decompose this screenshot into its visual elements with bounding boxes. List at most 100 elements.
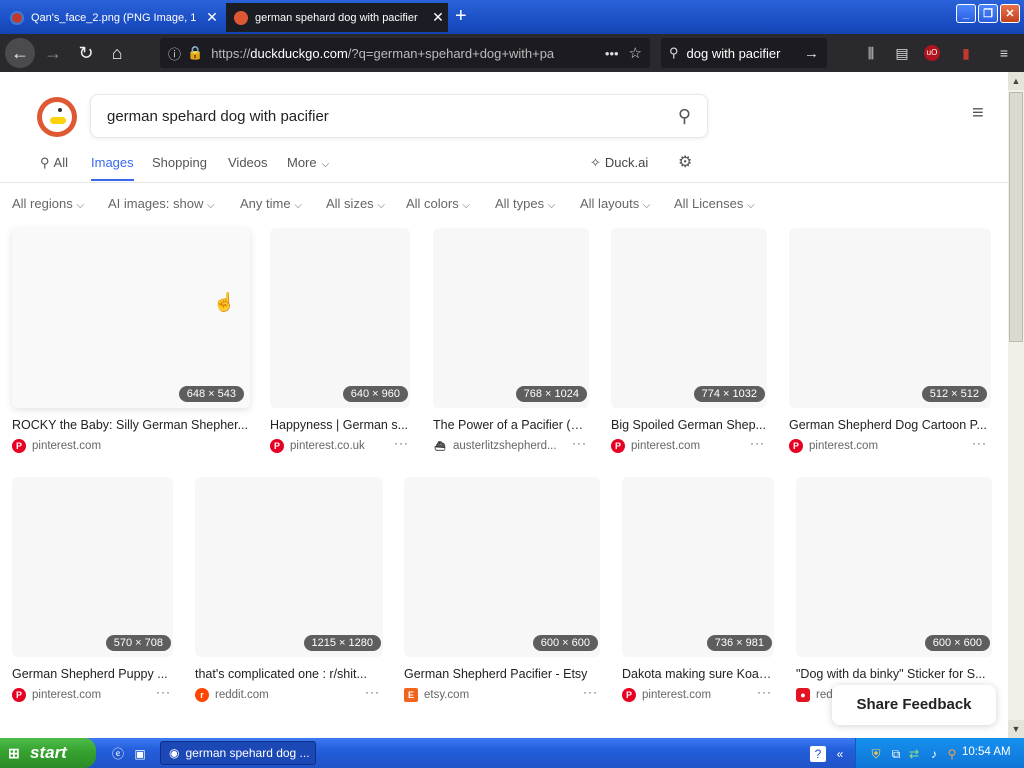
window-close-button[interactable]: ✕ <box>1000 4 1020 23</box>
result-source[interactable]: ● red <box>796 688 833 702</box>
result-thumbnail[interactable] <box>611 228 767 408</box>
result-title[interactable]: Happyness | German s... <box>270 418 410 432</box>
filter-colors[interactable]: All colors ⌵ <box>406 196 470 211</box>
home-button[interactable]: ⌂ <box>102 38 132 68</box>
back-button[interactable]: ← <box>5 38 35 68</box>
minimize-button[interactable]: _ <box>956 4 976 23</box>
duckduckgo-logo[interactable] <box>37 97 77 137</box>
filter-ai-images[interactable]: AI images: show ⌵ <box>108 196 215 211</box>
library-icon[interactable]: ⫼ <box>861 43 881 63</box>
maximize-button[interactable]: ❐ <box>978 4 998 23</box>
tab-videos[interactable]: Videos <box>228 155 268 181</box>
scroll-up-icon[interactable]: ▲ <box>1008 72 1024 90</box>
sidebar-icon[interactable]: ▤ <box>892 43 912 63</box>
extension-icon[interactable]: ▮ <box>956 43 976 63</box>
result-source[interactable]: r reddit.com <box>195 688 269 702</box>
more-options-icon[interactable]: ··· <box>365 685 380 699</box>
tab-all[interactable]: ⚲ All <box>40 155 68 181</box>
tab-inactive[interactable]: Qan's_face_2.png (PNG Image, 1 ✕ <box>2 3 222 32</box>
result-thumbnail[interactable] <box>195 477 383 657</box>
close-icon[interactable]: ✕ <box>202 9 222 26</box>
scroll-down-icon[interactable]: ▼ <box>1008 720 1024 738</box>
help-icon[interactable]: ? <box>810 746 826 762</box>
reload-button[interactable]: ↻ <box>71 38 101 68</box>
search-tray-icon[interactable]: ⚲ <box>944 746 960 762</box>
tab-images[interactable]: Images <box>91 155 134 181</box>
result-source[interactable]: Ppinterest.com <box>12 688 101 702</box>
more-options-icon[interactable]: ··· <box>572 436 587 450</box>
more-options-icon[interactable]: ··· <box>757 685 772 699</box>
result-thumbnail[interactable] <box>404 477 600 657</box>
result-source[interactable]: Ppinterest.co.uk <box>270 439 365 453</box>
tray-expand-icon[interactable]: « <box>832 746 848 762</box>
result-thumbnail[interactable] <box>622 477 774 657</box>
filter-sizes[interactable]: All sizes ⌵ <box>326 196 385 211</box>
browser-search-bar[interactable]: ⚲ dog with pacifier → <box>661 38 827 68</box>
taskbar-window-button[interactable]: ◉ german spehard dog ... <box>160 741 316 765</box>
forward-button[interactable]: → <box>38 38 68 68</box>
menu-icon[interactable]: ≡ <box>994 43 1014 63</box>
result-title[interactable]: The Power of a Pacifier (B... <box>433 418 589 432</box>
search-input[interactable]: german spehard dog with pacifier <box>107 108 678 125</box>
result-thumbnail[interactable] <box>12 228 250 408</box>
result-thumbnail[interactable] <box>789 228 991 408</box>
result-source[interactable]: Ppinterest.com <box>12 439 101 453</box>
tab-active[interactable]: german spehard dog with pacifier ✕ <box>226 3 448 32</box>
extension-ublock-icon[interactable]: uO <box>924 45 940 61</box>
result-title[interactable]: Big Spoiled German Shep... <box>611 418 767 432</box>
filter-types[interactable]: All types ⌵ <box>495 196 555 211</box>
result-source[interactable]: Ppinterest.com <box>611 439 700 453</box>
tab-more[interactable]: More ⌵ <box>287 155 329 181</box>
chevron-down-icon: ⌵ <box>76 200 84 211</box>
search-icon[interactable]: ⚲ <box>678 106 691 127</box>
search-box[interactable]: german spehard dog with pacifier ⚲ <box>90 94 708 138</box>
filter-time[interactable]: Any time ⌵ <box>240 196 302 211</box>
duck-ai-link[interactable]: ✧ Duck.ai <box>590 155 648 181</box>
hamburger-menu-icon[interactable]: ≡ <box>972 102 992 125</box>
bookmark-star-icon[interactable]: ☆ <box>629 44 642 62</box>
more-options-icon[interactable]: ··· <box>972 436 987 450</box>
result-title[interactable]: German Shepherd Puppy ... <box>12 667 173 681</box>
new-tab-button[interactable]: + <box>455 6 467 26</box>
result-title[interactable]: that's complicated one : r/shit... <box>195 667 383 681</box>
result-thumbnail[interactable] <box>796 477 992 657</box>
result-source-label: pinterest.co.uk <box>290 440 365 452</box>
url-bar[interactable]: ⓘ 🔒 https:// duckduckgo.com /?q=german+s… <box>160 38 650 68</box>
start-button[interactable]: ⊞ start <box>0 738 96 768</box>
settings-gear-icon[interactable]: ⚙ <box>678 152 692 178</box>
more-options-icon[interactable]: ··· <box>583 685 598 699</box>
more-options-icon[interactable]: ··· <box>394 436 409 450</box>
show-desktop-icon[interactable]: ▣ <box>132 746 148 762</box>
result-title[interactable]: German Shepherd Pacifier - Etsy <box>404 667 600 681</box>
page-actions-icon[interactable]: ••• <box>605 46 619 61</box>
share-feedback-button[interactable]: Share Feedback <box>832 685 996 725</box>
network-icon[interactable]: ⧉ <box>888 746 904 762</box>
result-source[interactable]: Eetsy.com <box>404 688 469 702</box>
more-options-icon[interactable]: ··· <box>156 685 171 699</box>
tab-shopping[interactable]: Shopping <box>152 155 207 181</box>
filter-regions[interactable]: All regions ⌵ <box>12 196 84 211</box>
result-title[interactable]: Dakota making sure Koal ... <box>622 667 774 681</box>
filter-layouts[interactable]: All layouts ⌵ <box>580 196 650 211</box>
result-title[interactable]: ROCKY the Baby: Silly German Shepher... <box>12 418 250 432</box>
result-title[interactable]: German Shepherd Dog Cartoon P... <box>789 418 991 432</box>
result-thumbnail[interactable] <box>12 477 173 657</box>
result-thumbnail[interactable] <box>270 228 410 408</box>
internet-explorer-icon[interactable]: ⓔ <box>110 746 126 762</box>
security-shield-icon[interactable]: ⛨ <box>868 746 884 762</box>
volume-icon[interactable]: ♪ <box>926 746 942 762</box>
result-thumbnail[interactable] <box>433 228 589 408</box>
result-source[interactable]: Ppinterest.com <box>789 439 878 453</box>
filter-licenses[interactable]: All Licenses ⌵ <box>674 196 755 211</box>
result-source[interactable]: ⛴ austerlitzshepherd... <box>433 439 557 453</box>
scrollbar-thumb[interactable] <box>1009 92 1023 342</box>
result-source[interactable]: Ppinterest.com <box>622 688 711 702</box>
result-title[interactable]: "Dog with da binky" Sticker for S... <box>796 667 992 681</box>
close-icon[interactable]: ✕ <box>428 9 448 26</box>
filter-label: All types <box>495 196 545 211</box>
more-options-icon[interactable]: ··· <box>750 436 765 450</box>
go-arrow-icon[interactable]: → <box>804 45 819 62</box>
safely-remove-icon[interactable]: ⇄ <box>906 746 922 762</box>
navigation-bar: ← → ↻ ⌂ ⓘ 🔒 https:// duckduckgo.com /?q=… <box>0 34 1024 72</box>
info-icon[interactable]: ⓘ <box>168 44 181 63</box>
